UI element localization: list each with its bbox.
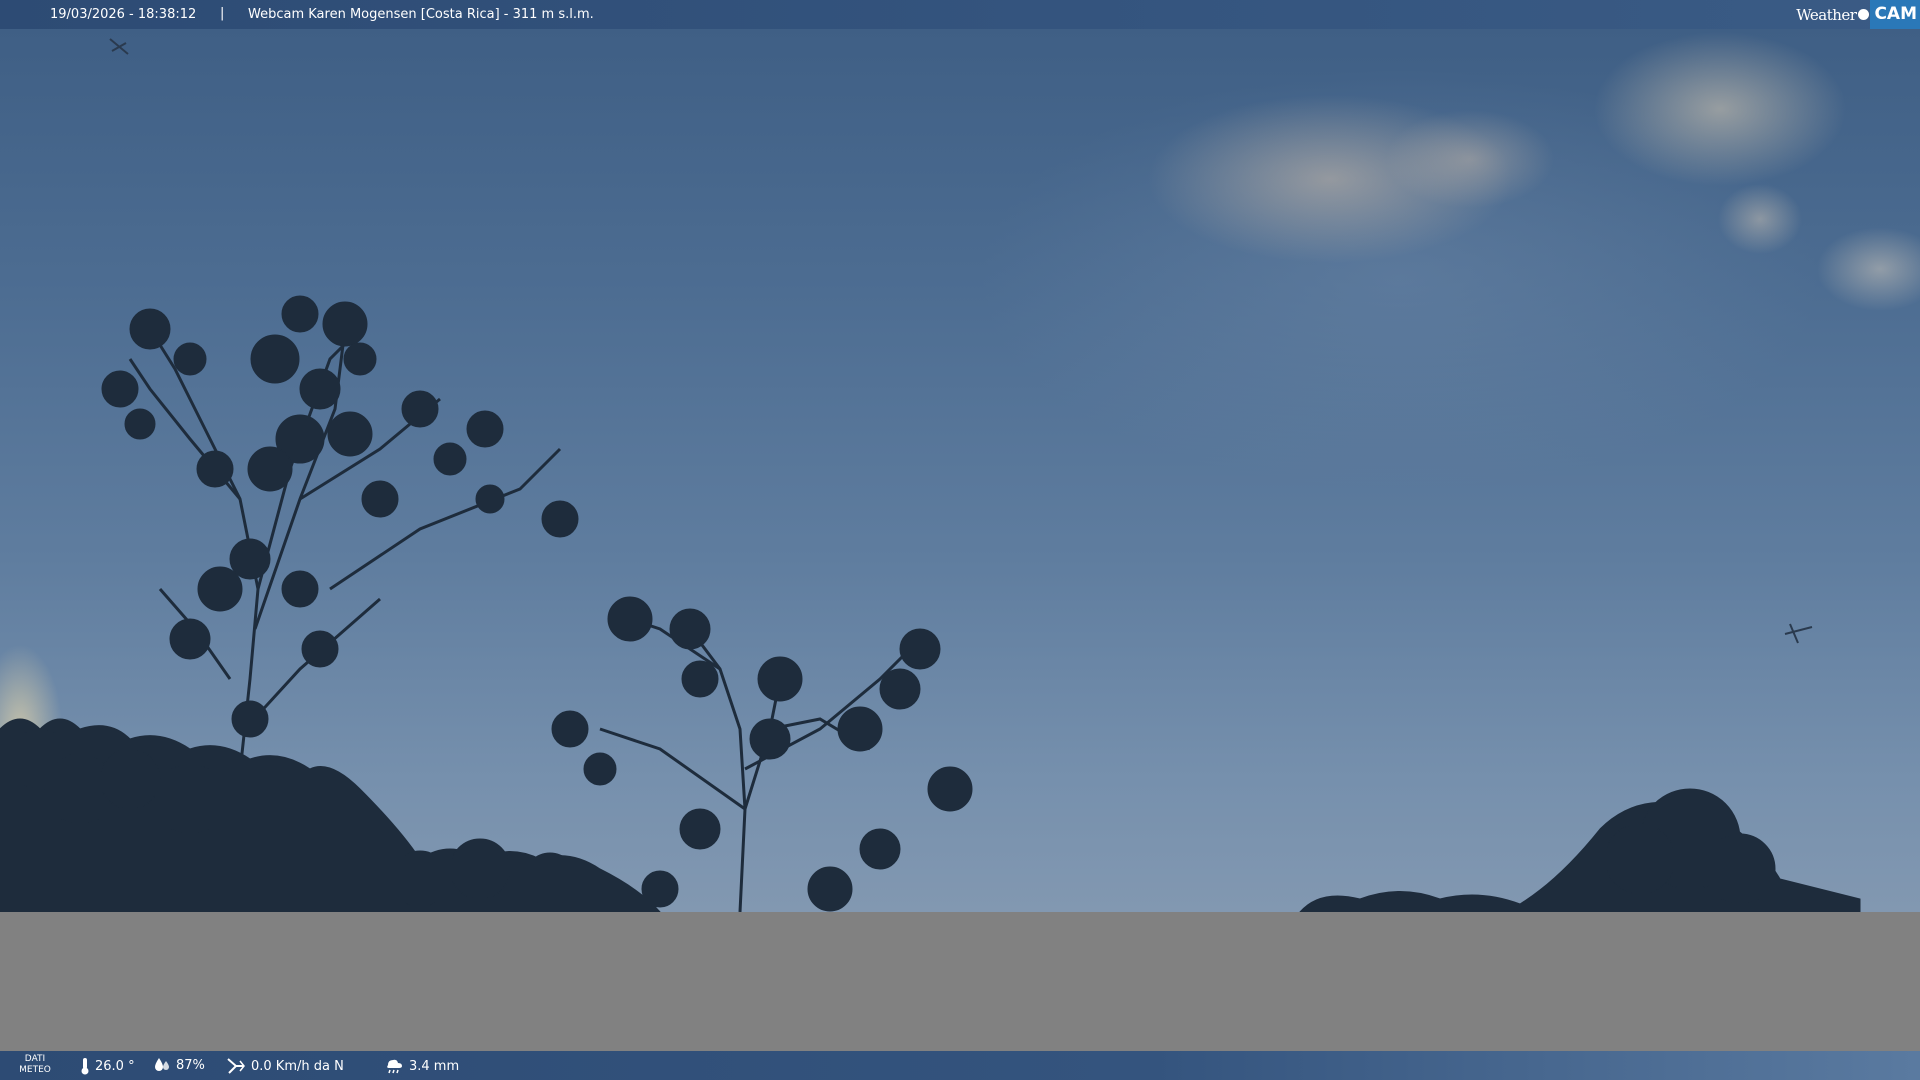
meteo-label: DATI METEO bbox=[14, 1054, 56, 1076]
logo-dot-icon bbox=[1858, 9, 1870, 20]
webcam-image bbox=[0, 29, 1920, 912]
meteo-label-line2: METEO bbox=[19, 1065, 51, 1075]
meteo-bar: DATI METEO 26.0 ° 87% 0.0 Km/h da N 3.4 … bbox=[0, 1051, 1920, 1080]
webcam-title: Webcam Karen Mogensen [Costa Rica] - 311… bbox=[248, 7, 594, 22]
wind-reading: 0.0 Km/h da N bbox=[226, 1057, 344, 1075]
logo-text-cam: CAM bbox=[1870, 0, 1920, 29]
temperature-value: 26.0 ° bbox=[95, 1058, 135, 1074]
wind-icon bbox=[227, 1058, 245, 1074]
wind-value: 0.0 Km/h da N bbox=[251, 1058, 344, 1074]
title-separator: | bbox=[220, 6, 225, 21]
humidity-reading: 87% bbox=[153, 1057, 205, 1073]
meteo-label-line1: DATI bbox=[24, 1054, 46, 1064]
rain-reading: 3.4 mm bbox=[384, 1057, 459, 1075]
humidity-icon bbox=[155, 1058, 169, 1071]
thermometer-icon bbox=[81, 1058, 89, 1075]
timestamp: 19/03/2026 - 18:38:12 bbox=[50, 7, 197, 22]
logo-text-weather: Weather bbox=[1796, 5, 1857, 24]
rain-value: 3.4 mm bbox=[409, 1058, 460, 1074]
rain-icon bbox=[387, 1059, 402, 1074]
temperature-reading: 26.0 ° bbox=[80, 1057, 135, 1075]
webcam-frame: 19/03/2026 - 18:38:12 | Webcam Karen Mog… bbox=[0, 0, 1920, 1080]
tree-silhouettes bbox=[0, 38, 1861, 912]
humidity-value: 87% bbox=[176, 1057, 205, 1073]
title-bar: 19/03/2026 - 18:38:12 | Webcam Karen Mog… bbox=[0, 0, 1920, 29]
weathercam-logo[interactable]: Weather CAM bbox=[1796, 0, 1920, 29]
